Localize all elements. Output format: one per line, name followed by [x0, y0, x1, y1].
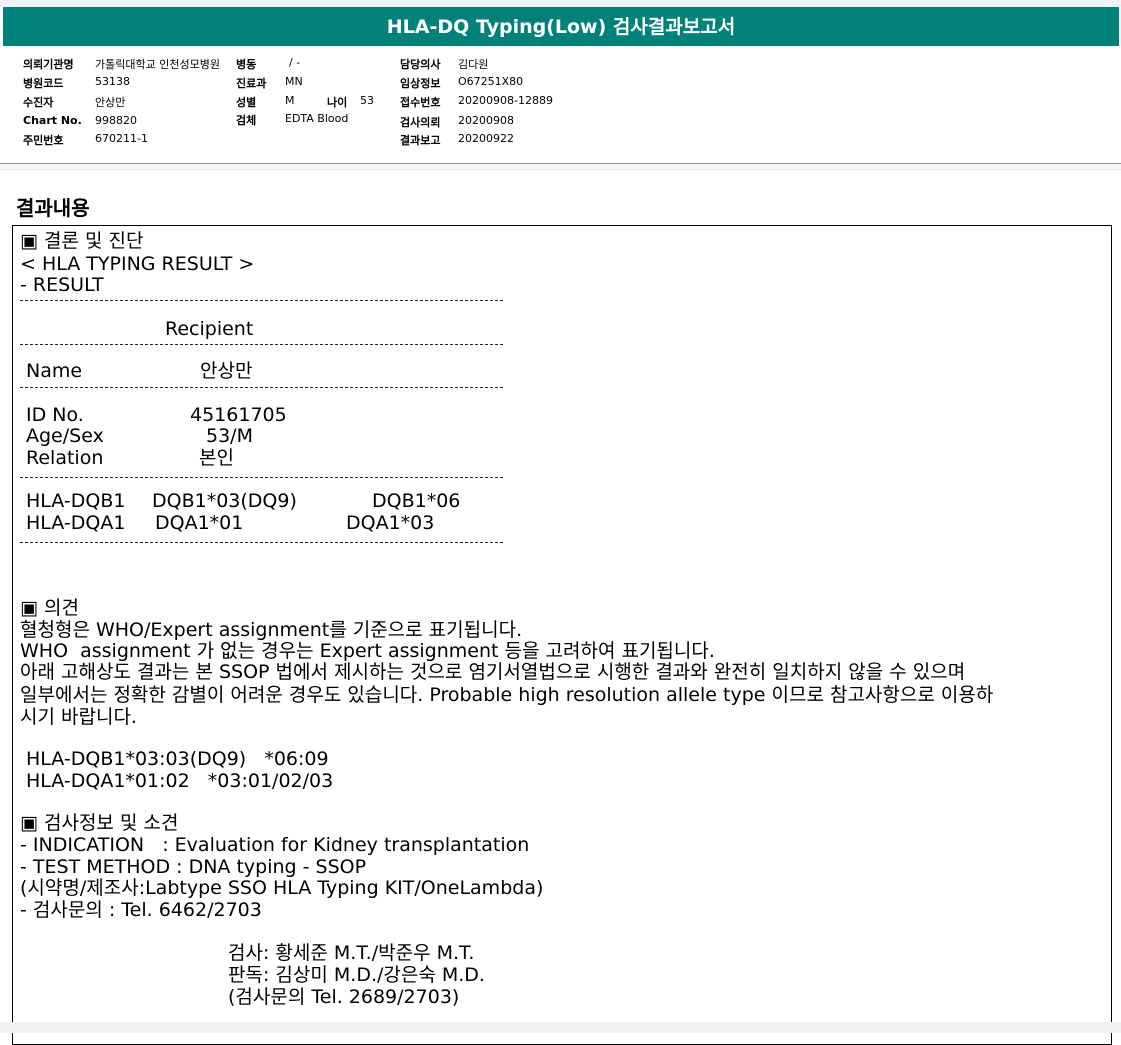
report-date-label: 결과보고	[400, 134, 441, 147]
dashed-divider	[20, 542, 503, 543]
dqb1-allele-1: DQB1*03(DQ9)	[152, 490, 297, 512]
chart-value: 998820	[95, 114, 137, 127]
opinion-line-5: 시기 바랍니다.	[20, 706, 137, 728]
age-label: 나이	[327, 96, 348, 109]
opinion-line-4: 일부에서는 정확한 감별이 어려운 경우도 있습니다. Probable hig…	[20, 684, 994, 706]
result-label: - RESULT	[20, 274, 104, 296]
age-value: 53	[360, 94, 374, 107]
contact-line: - 검사문의 : Tel. 6462/2703	[20, 899, 262, 921]
patient-value: 안상만	[95, 96, 126, 109]
agesex-value: 53/M	[206, 425, 253, 447]
dqb1-allele-2: DQB1*06	[372, 490, 461, 512]
institution-value: 가톨릭대학교 인천성모병원	[95, 58, 220, 71]
conclusion-heading: ▣ 결론 및 진단	[20, 230, 144, 252]
dept-label: 진료과	[236, 77, 267, 90]
dashed-divider	[20, 300, 503, 301]
test-info-heading: ▣ 검사정보 및 소견	[20, 812, 179, 834]
receipt-label: 접수번호	[400, 96, 441, 109]
specimen-label: 검체	[236, 114, 257, 127]
hires-dqb1: HLA-DQB1*03:03(DQ9) *06:09	[26, 748, 329, 770]
dqa1-label: HLA-DQA1	[26, 512, 126, 534]
reagent-line: (시약명/제조사:Labtype SSO HLA Typing KIT/OneL…	[20, 877, 544, 899]
idno-value: 45161705	[190, 404, 287, 426]
section-gap	[0, 164, 1121, 171]
sex-value: M	[285, 94, 295, 107]
request-label: 검사의뢰	[400, 116, 441, 129]
recipient-header: Recipient	[165, 318, 254, 340]
opinion-line-2: WHO assignment 가 없는 경우는 Expert assignmen…	[20, 640, 715, 662]
hospital-code-label: 병원코드	[23, 77, 64, 90]
dashed-divider	[20, 344, 503, 345]
chart-label: Chart No.	[23, 114, 82, 127]
bottom-margin-band	[0, 1022, 1121, 1033]
dqb1-label: HLA-DQB1	[26, 490, 126, 512]
opinion-line-1: 혈청형은 WHO/Expert assignment를 기준으로 표기됩니다.	[20, 619, 523, 641]
opinion-heading: ▣ 의견	[20, 597, 79, 619]
id-value: 670211-1	[95, 132, 148, 145]
dashed-divider	[20, 387, 503, 388]
name-value: 안상만	[200, 360, 253, 382]
doctor-value: 김다원	[458, 58, 489, 71]
tester-contact-line: (검사문의 Tel. 2689/2703)	[228, 986, 460, 1008]
report-title: HLA-DQ Typing(Low) 검사결과보고서	[3, 7, 1119, 46]
opinion-line-3: 아래 고해상도 결과는 본 SSOP 법에서 제시하는 것으로 염기서열법으로 …	[20, 661, 966, 683]
report-date-value: 20200922	[458, 132, 514, 145]
hospital-code-value: 53138	[95, 75, 130, 88]
ward-label: 병동	[236, 58, 257, 71]
top-margin-band	[0, 0, 1121, 7]
idno-label: ID No.	[26, 404, 84, 426]
doctor-label: 담당의사	[400, 58, 441, 71]
tester-line: 검사: 황세준 M.T./박준우 M.T.	[228, 942, 475, 964]
dqa1-allele-1: DQA1*01	[155, 512, 244, 534]
name-label: Name	[26, 360, 83, 382]
agesex-label: Age/Sex	[26, 425, 104, 447]
indication-line: - INDICATION : Evaluation for Kidney tra…	[20, 834, 530, 856]
clinical-label: 임상정보	[400, 77, 441, 90]
id-label: 주민번호	[23, 134, 64, 147]
section-title: 결과내용	[16, 196, 90, 220]
dept-value: MN	[285, 75, 303, 88]
institution-label: 의뢰기관명	[23, 58, 74, 71]
reader-line: 판독: 김상미 M.D./강은숙 M.D.	[228, 964, 485, 986]
dqa1-allele-2: DQA1*03	[346, 512, 435, 534]
patient-info-panel: 의뢰기관명 가톨릭대학교 인천성모병원 병동 / - 담당의사 김다원 병원코드…	[0, 46, 1121, 164]
relation-label: Relation	[26, 447, 104, 469]
request-value: 20200908	[458, 114, 514, 127]
specimen-value: EDTA Blood	[285, 112, 349, 125]
hires-dqa1: HLA-DQA1*01:02 *03:01/02/03	[26, 770, 334, 792]
ward-value: / -	[289, 56, 301, 69]
clinical-value: O67251X80	[458, 75, 524, 88]
sex-label: 성별	[236, 96, 257, 109]
receipt-value: 20200908-12889	[458, 94, 553, 107]
dashed-divider	[20, 477, 503, 478]
typing-heading: < HLA TYPING RESULT >	[20, 253, 255, 275]
relation-value: 본인	[199, 447, 234, 469]
method-line: - TEST METHOD : DNA typing - SSOP	[20, 856, 367, 878]
patient-label: 수진자	[23, 96, 54, 109]
